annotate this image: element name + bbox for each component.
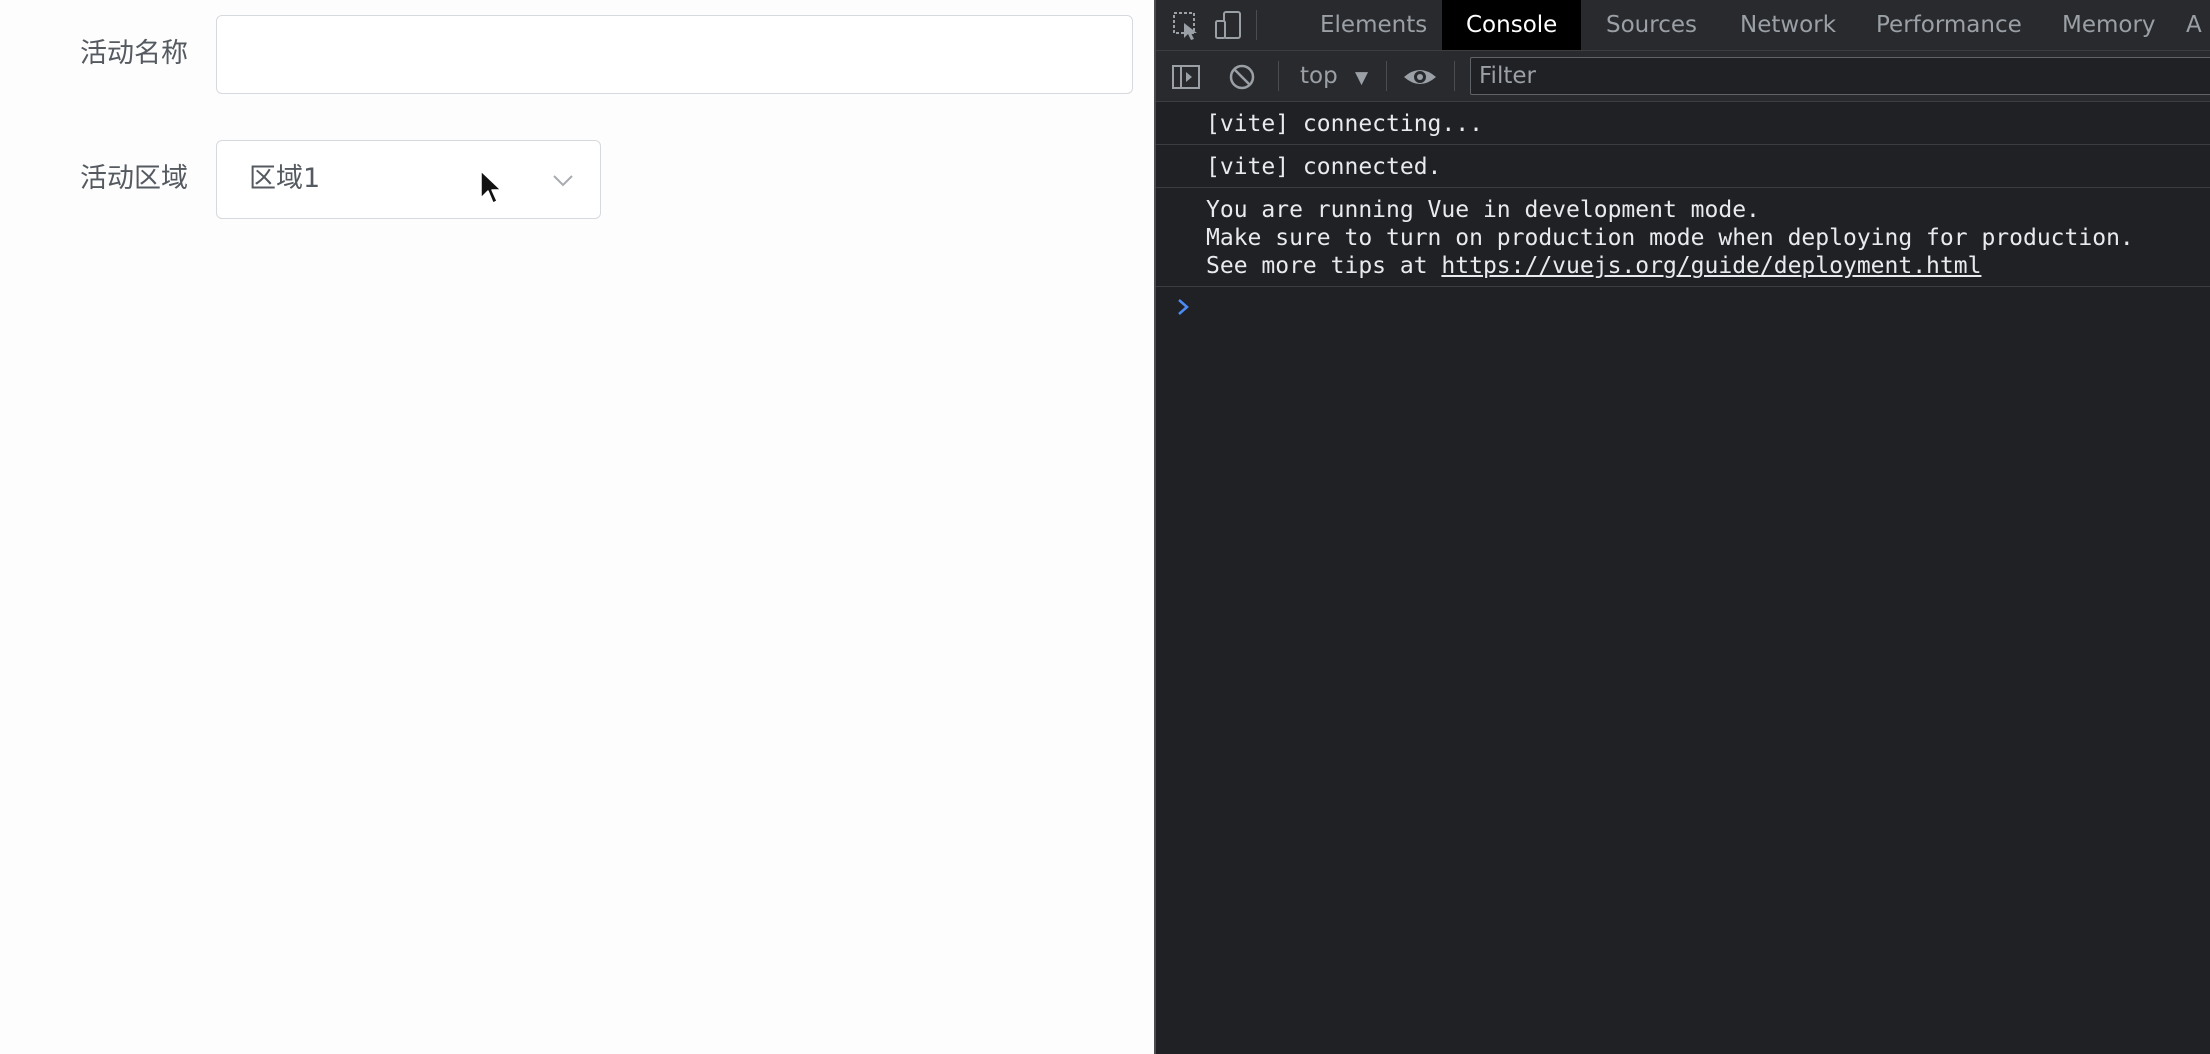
clear-console-icon[interactable]: [1226, 61, 1258, 93]
inspect-element-icon[interactable]: [1170, 9, 1202, 41]
region-selected-value: 区域1: [249, 163, 321, 194]
message-text: [vite] connected.: [1206, 154, 1442, 180]
tab-application-truncated[interactable]: A: [2162, 0, 2210, 50]
device-toolbar-icon[interactable]: [1212, 9, 1244, 41]
mouse-cursor-icon: [480, 170, 502, 204]
tabbar-divider: [1256, 10, 1257, 40]
message-text: See more tips at: [1206, 253, 1442, 279]
toolbar-divider: [1454, 61, 1455, 91]
console-message: [vite] connected.: [1156, 145, 2210, 188]
toolbar-divider: [1386, 61, 1387, 91]
console-message-vue: You are running Vue in development mode.…: [1156, 188, 2210, 287]
tab-network[interactable]: Network: [1716, 0, 1860, 50]
tab-sources[interactable]: Sources: [1582, 0, 1721, 50]
activity-region-select[interactable]: 区域1: [216, 140, 601, 219]
message-text: Make sure to turn on production mode whe…: [1206, 225, 2134, 251]
activity-name-label: 活动名称: [80, 38, 188, 69]
caret-down-icon: ▼: [1355, 68, 1369, 88]
console-filter-input[interactable]: [1470, 57, 2210, 95]
vue-deployment-link[interactable]: https://vuejs.org/guide/deployment.html: [1441, 253, 1981, 279]
prompt-chevron-icon: [1178, 299, 1189, 315]
console-toolbar: top ▼: [1156, 51, 2210, 102]
show-sidebar-icon[interactable]: [1170, 61, 1202, 93]
tab-console[interactable]: Console: [1442, 0, 1582, 50]
message-text: [vite] connecting...: [1206, 111, 1483, 137]
toolbar-divider: [1278, 61, 1279, 91]
tab-performance[interactable]: Performance: [1852, 0, 2046, 50]
chevron-down-icon: [553, 175, 573, 187]
console-message: [vite] connecting...: [1156, 102, 2210, 145]
devtools-panel: Elements Console Sources Network Perform…: [1154, 0, 2210, 1054]
app-pane: 活动名称 活动区域 区域1: [0, 0, 1154, 1054]
console-messages: [vite] connecting... [vite] connected. Y…: [1156, 102, 2210, 327]
live-expression-eye-icon[interactable]: [1402, 61, 1438, 93]
context-value: top: [1300, 63, 1338, 89]
activity-name-input[interactable]: [216, 15, 1133, 94]
devtools-tabbar: Elements Console Sources Network Perform…: [1156, 0, 2210, 51]
activity-region-label: 活动区域: [80, 163, 188, 194]
tab-elements[interactable]: Elements: [1296, 0, 1451, 50]
tab-memory[interactable]: Memory: [2038, 0, 2180, 50]
console-prompt[interactable]: [1156, 287, 2210, 327]
context-select[interactable]: top ▼: [1300, 59, 1368, 93]
message-text: You are running Vue in development mode.: [1206, 197, 1760, 223]
